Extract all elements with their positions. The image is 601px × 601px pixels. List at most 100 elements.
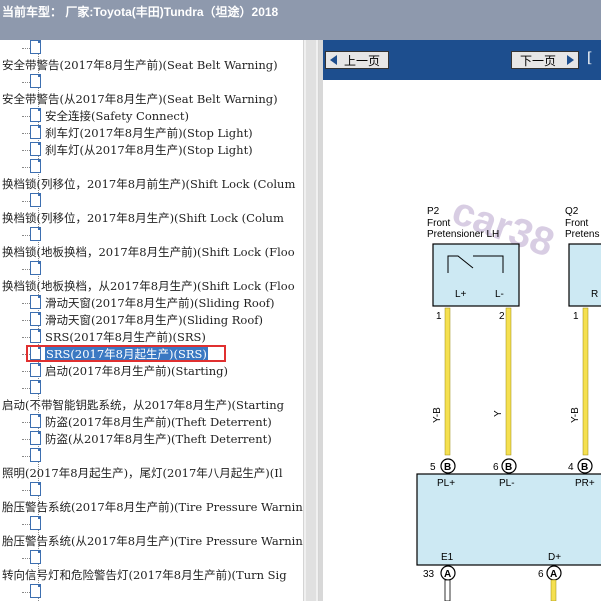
conn6-letter: B — [505, 462, 512, 473]
tree-folder-item[interactable]: 转向信号灯和危险警告灯(2017年8月生产前)(Turn Sig — [2, 567, 287, 584]
tree-branch-line — [22, 456, 30, 457]
tree-branch-line — [22, 439, 30, 440]
tree-branch-line — [22, 303, 30, 304]
tree-leaf-item[interactable]: SRS(2017年8月生产前)(SRS) — [22, 329, 206, 346]
document-icon — [30, 431, 41, 445]
document-icon — [30, 312, 41, 326]
tree-item-label: 防盗(2017年8月生产前)(Theft Deterrent) — [45, 415, 272, 429]
tree-scrollbar[interactable] — [303, 40, 319, 601]
p2-connector-box — [432, 243, 520, 307]
pin1b-label: 1 — [573, 311, 579, 322]
tree-folder-item[interactable]: 安全带警告(2017年8月生产前)(Seat Belt Warning) — [2, 57, 278, 74]
wire-yb-left — [444, 307, 451, 456]
conn33-letter: A — [444, 569, 451, 580]
tree-leaf-item[interactable] — [22, 193, 45, 210]
tree-branch-line — [22, 490, 30, 491]
document-icon — [30, 142, 41, 156]
title-bar: 当前车型： 厂家:Toyota(丰田)Tundra（坦途）2018 — [0, 0, 601, 40]
p2-name-2: Pretensioner LH — [427, 229, 499, 240]
tree-folder-item[interactable]: 启动(不带智能钥匙系统，从2017年8月生产)(Starting — [2, 397, 284, 414]
viewer-nav-bar: 上一页 下一页 [ — [323, 40, 601, 80]
tree-leaf-item[interactable] — [22, 159, 45, 176]
pin-l-minus: L- — [495, 289, 504, 300]
tree-leaf-item[interactable]: 刹车灯(2017年8月生产前)(Stop Light) — [22, 125, 253, 142]
tree-leaf-item[interactable] — [22, 74, 45, 91]
tree-item-label: 换档锁(地板换档，2017年8月生产前)(Shift Lock (Floo — [2, 245, 295, 259]
tree-leaf-item[interactable] — [22, 482, 45, 499]
tree-leaf-item[interactable]: 安全连接(Safety Connect) — [22, 108, 189, 125]
tree-item-label: SRS(2017年8月生产前)(SRS) — [45, 330, 206, 344]
tree-branch-line — [22, 524, 30, 525]
scrollbar-thumb[interactable] — [306, 40, 316, 601]
tree-leaf-item[interactable]: 刹车灯(从2017年8月生产)(Stop Light) — [22, 142, 253, 159]
tree-branch-line — [22, 133, 30, 134]
tree-branch-line — [22, 116, 30, 117]
tree-leaf-item[interactable]: 防盗(从2017年8月生产)(Theft Deterrent) — [22, 431, 272, 448]
tree-folder-item[interactable]: 换档锁(地板换档，从2017年8月生产)(Shift Lock (Floo — [2, 278, 295, 295]
conn4-letter: B — [581, 462, 588, 473]
document-icon — [30, 448, 41, 462]
tree-branch-line — [22, 48, 30, 49]
tree-branch-line — [22, 422, 30, 423]
document-icon — [30, 482, 41, 496]
tree-leaf-item[interactable] — [22, 261, 45, 278]
tree-leaf-item[interactable] — [22, 448, 45, 465]
tree-branch-line — [22, 592, 30, 593]
document-icon — [30, 159, 41, 173]
tree-panel[interactable]: 安全带警告(2017年8月生产前)(Seat Belt Warning) 安全带警… — [0, 40, 303, 601]
tree-branch-line — [22, 269, 30, 270]
tree-folder-item[interactable]: 换档锁(列移位，2017年8月生产)(Shift Lock (Colum — [2, 210, 284, 227]
next-page-button[interactable]: 下一页 — [511, 51, 579, 69]
document-icon — [30, 516, 41, 530]
tree-branch-line — [22, 371, 30, 372]
pin-pl-plus: PL+ — [437, 478, 455, 489]
tree-item-label: 安全连接(Safety Connect) — [45, 109, 189, 123]
tree-leaf-item[interactable]: 防盗(2017年8月生产前)(Theft Deterrent) — [22, 414, 272, 431]
document-icon — [30, 414, 41, 428]
tree-item-label: 滑动天窗(2017年8月生产前)(Sliding Roof) — [45, 296, 275, 310]
tree-leaf-item[interactable] — [22, 380, 45, 397]
tree-item-label: 胎压警告系统(从2017年8月生产)(Tire Pressure Warnin — [2, 534, 303, 548]
tree-item-label: 防盗(从2017年8月生产)(Theft Deterrent) — [45, 432, 272, 446]
tree-leaf-item[interactable] — [22, 516, 45, 533]
tree-folder-item[interactable]: 胎压警告系统(从2017年8月生产)(Tire Pressure Warnin — [2, 533, 303, 550]
tree-folder-item[interactable]: 换档锁(列移位，2017年8月前生产)(Shift Lock (Colum — [2, 176, 295, 193]
tree-item-label: 启动(2017年8月生产前)(Starting) — [45, 364, 228, 378]
pin-pr-plus: PR+ — [575, 478, 595, 489]
tree-item-label: 启动(不带智能钥匙系统，从2017年8月生产)(Starting — [2, 398, 284, 412]
nav-tail-glyph: [ — [587, 50, 593, 66]
tree-branch-line — [22, 201, 30, 202]
tree-branch-line — [22, 558, 30, 559]
q2-code: Q2 — [565, 206, 579, 217]
tree-branch-line — [22, 337, 30, 338]
tree-folder-item[interactable]: 胎压警告系统(2017年8月生产前)(Tire Pressure Warnin — [2, 499, 303, 516]
tree-branch-line — [22, 150, 30, 151]
arrow-right-icon — [567, 55, 574, 65]
conn6-label: 6 — [493, 462, 499, 473]
tree-folder-item[interactable]: 照明(2017年8月起生产)，尾灯(2017年八月起生产)(Il — [2, 465, 283, 482]
tree-leaf-item[interactable] — [22, 584, 45, 601]
q2-name-1: Front — [565, 218, 589, 229]
tree-item-label: 照明(2017年8月起生产)，尾灯(2017年八月起生产)(Il — [2, 466, 283, 480]
tree-leaf-item[interactable] — [22, 40, 45, 57]
pin-e1: E1 — [441, 552, 454, 563]
pin-d-plus: D+ — [548, 552, 561, 563]
prev-page-button[interactable]: 上一页 — [325, 51, 389, 69]
tree-leaf-item[interactable]: 滑动天窗(2017年8月生产)(Sliding Roof) — [22, 312, 263, 329]
document-icon — [30, 227, 41, 241]
tree-folder-item[interactable]: 安全带警告(从2017年8月生产)(Seat Belt Warning) — [2, 91, 278, 108]
wire-yb-right — [582, 307, 589, 456]
p2-code: P2 — [427, 206, 440, 217]
tree-leaf-item[interactable] — [22, 227, 45, 244]
tree-item-label: 安全带警告(2017年8月生产前)(Seat Belt Warning) — [2, 58, 278, 72]
conn6a-label: 6 — [538, 569, 544, 580]
tree-item-label: 刹车灯(2017年8月生产前)(Stop Light) — [45, 126, 253, 140]
viewer-panel: 上一页 下一页 [ car38 P2 Front Pretensioner LH… — [323, 40, 601, 601]
tree-branch-line — [22, 388, 30, 389]
tree-leaf-item[interactable]: 启动(2017年8月生产前)(Starting) — [22, 363, 228, 380]
tree-leaf-item[interactable] — [22, 550, 45, 567]
tree-folder-item[interactable]: 换档锁(地板换档，2017年8月生产前)(Shift Lock (Floo — [2, 244, 295, 261]
tree-leaf-item[interactable]: 滑动天窗(2017年8月生产前)(Sliding Roof) — [22, 295, 275, 312]
document-icon — [30, 329, 41, 343]
pin-pl-minus: PL- — [499, 478, 515, 489]
